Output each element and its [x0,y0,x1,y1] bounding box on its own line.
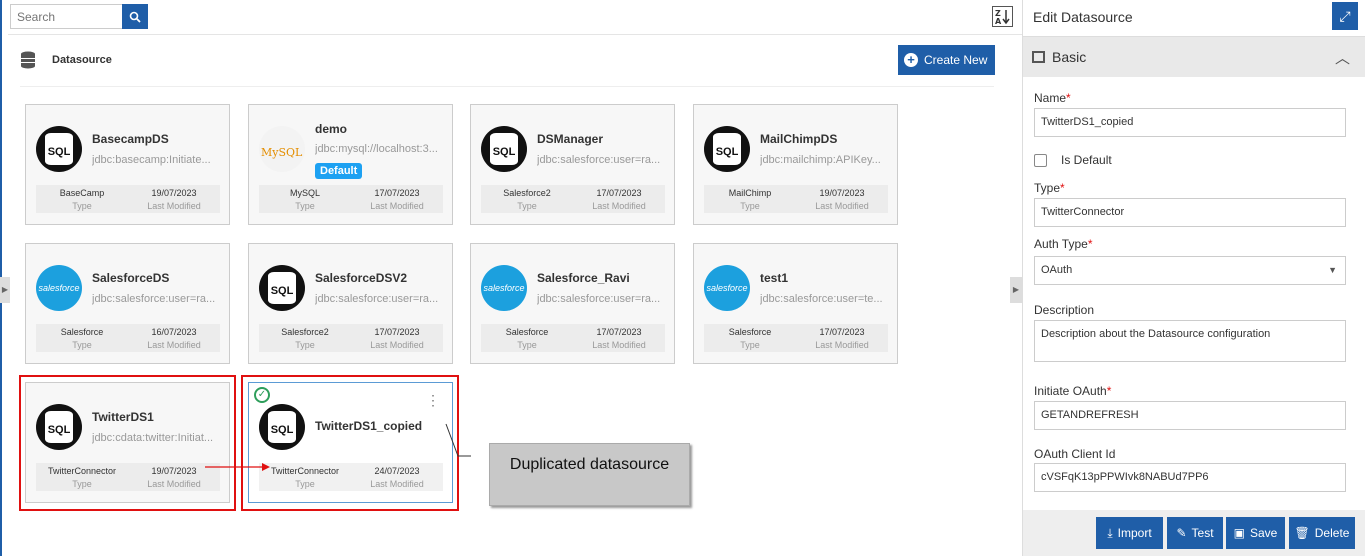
save-icon: ▣ [1233,526,1245,540]
datasource-list-pane: ZA Datasource + Create New SQLBasecampDS… [0,0,1022,556]
initiate-oauth-field[interactable]: GETANDREFRESH [1034,401,1346,430]
panel-title: Edit Datasource [1033,9,1133,25]
duplicated-datasource-callout: Duplicated datasource [489,443,690,506]
expand-panel-button[interactable]: ⤢ [1332,2,1358,30]
test-button[interactable]: ✎ Test [1167,517,1223,549]
type-field[interactable]: TwitterConnector [1034,198,1346,227]
save-label: Save [1249,526,1278,540]
name-label: Name* [1034,91,1071,105]
expand-icon: ⤢ [1339,8,1351,24]
basic-section-title: Basic [1052,49,1087,65]
initiate-oauth-label: Initiate OAuth* [1034,384,1112,398]
delete-button[interactable]: 🗑 Delete [1289,517,1355,549]
import-button[interactable]: ⤓ Import [1096,517,1163,549]
form-icon [1032,51,1045,63]
trash-icon: 🗑 [1294,526,1310,540]
test-icon: ✎ [1176,526,1187,540]
caret-down-icon: ▼ [1328,265,1337,275]
is-default-label: Is Default [1061,153,1112,167]
auth-type-value: OAuth [1041,264,1073,276]
chevron-up-icon[interactable]: ︿ [1335,47,1350,68]
collapse-left-handle[interactable]: ▶ [0,277,10,303]
edit-datasource-panel: Edit Datasource ⤢ Basic ︿ Name* TwitterD… [1022,0,1365,556]
import-icon: ⤓ [1107,525,1113,540]
auth-type-label: Auth Type* [1034,237,1093,251]
oauth-client-id-label: OAuth Client Id [1034,447,1116,461]
delete-label: Delete [1314,526,1350,540]
test-label: Test [1191,526,1214,540]
basic-section-header[interactable]: Basic ︿ [1023,36,1365,77]
type-label: Type* [1034,181,1065,195]
import-label: Import [1117,526,1152,540]
name-field[interactable]: TwitterDS1_copied [1034,108,1346,137]
collapse-right-handle[interactable]: ▶ [1010,277,1022,303]
auth-type-select[interactable]: OAuth ▼ [1034,256,1346,285]
description-label: Description [1034,303,1095,317]
oauth-client-id-field[interactable]: cVSFqK13pPPWIvk8NABUd7PP6 [1034,463,1346,492]
is-default-checkbox[interactable] [1034,154,1047,167]
save-button[interactable]: ▣ Save [1226,517,1285,549]
description-field[interactable]: Description about the Datasource configu… [1034,320,1346,362]
